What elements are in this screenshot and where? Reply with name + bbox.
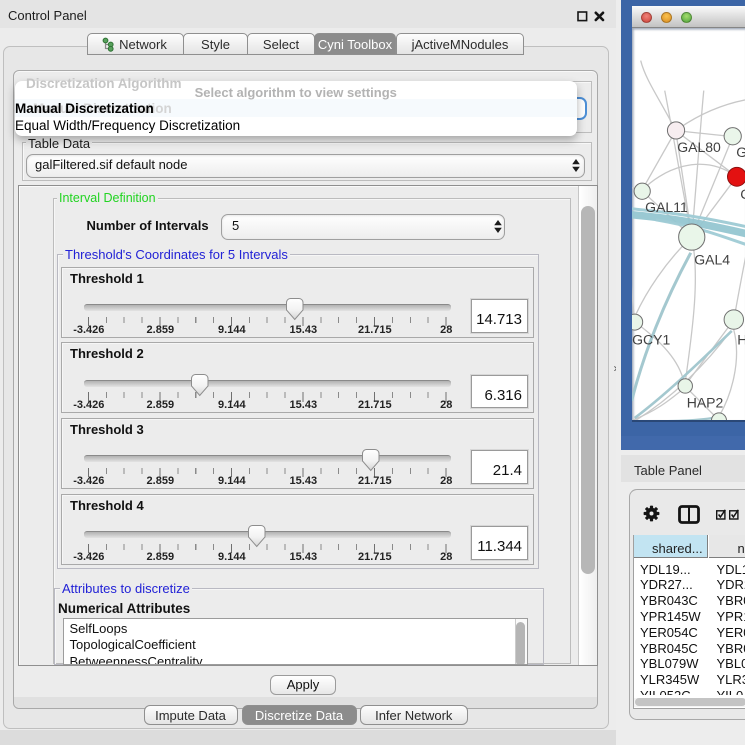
svg-text:H: H (737, 331, 745, 347)
svg-text:HAP2: HAP2 (686, 394, 723, 410)
svg-text:GAL11: GAL11 (645, 199, 688, 215)
svg-text:GAL80: GAL80 (677, 139, 721, 155)
svg-text:GAL4: GAL4 (694, 251, 730, 267)
svg-text:GCY1: GCY1 (632, 331, 670, 347)
svg-text:C: C (740, 186, 745, 202)
svg-text:GA: GA (736, 144, 745, 160)
